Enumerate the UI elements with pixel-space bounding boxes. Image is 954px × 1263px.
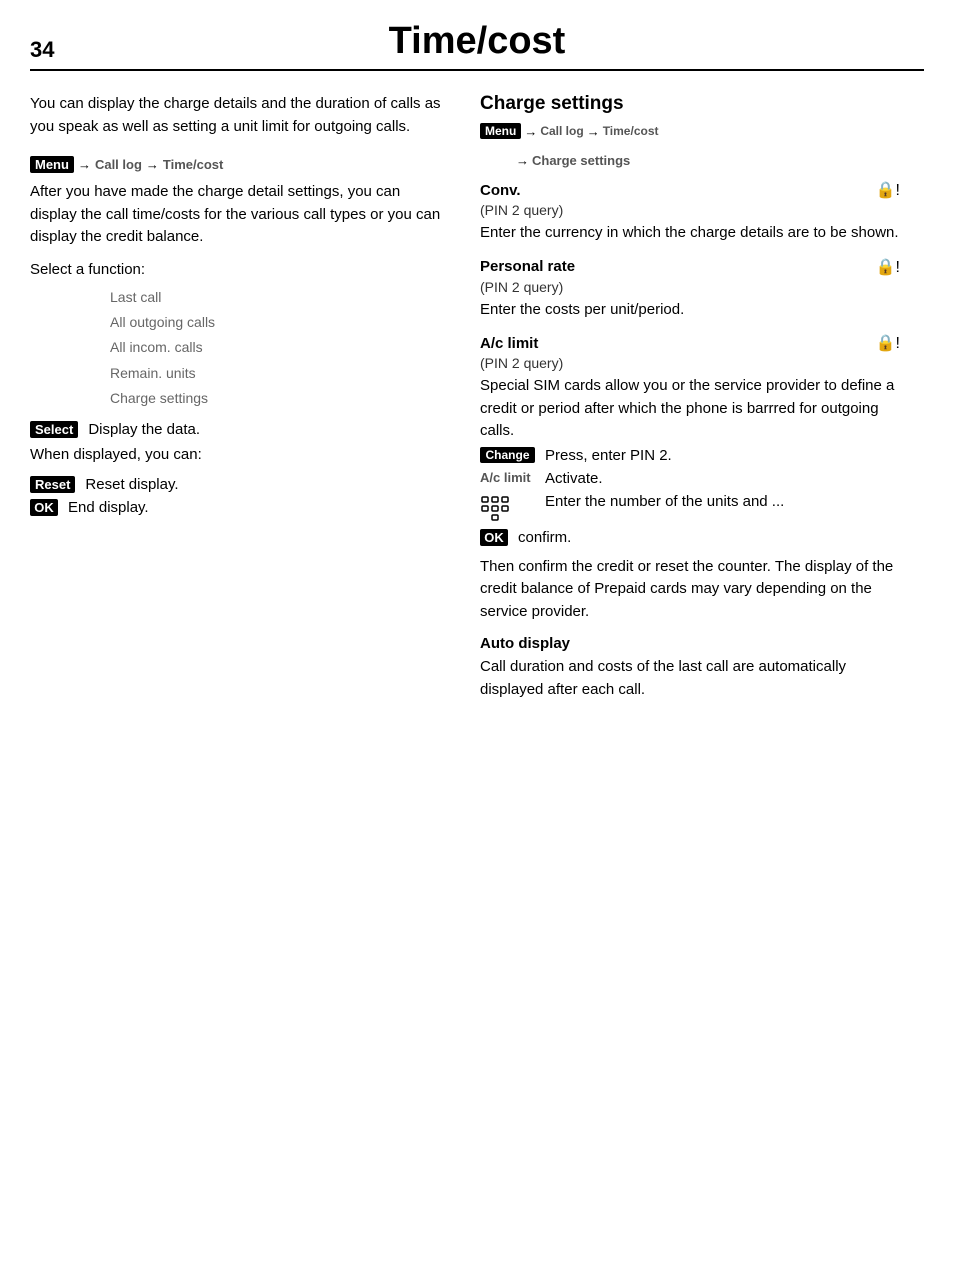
ac-limit-activate-row: A/c limit Activate. bbox=[480, 470, 900, 487]
charge-time-cost: Time/cost bbox=[603, 124, 659, 138]
ac-limit-special-text: Special SIM cards allow you or the servi… bbox=[480, 375, 900, 443]
list-item: Charge settings bbox=[110, 386, 450, 411]
select-action-text: Display the data. bbox=[88, 421, 200, 438]
left-column: You can display the charge details and t… bbox=[30, 93, 450, 713]
ok-key: OK bbox=[30, 499, 58, 516]
left-nav: Menu → Call log → Time/cost bbox=[30, 156, 223, 173]
then-confirm-text: Then confirm the credit or reset the cou… bbox=[480, 556, 900, 624]
ac-limit-title: A/c limit bbox=[480, 335, 538, 352]
ac-limit-ok-key: OK bbox=[480, 529, 508, 546]
confirm-text: confirm. bbox=[518, 529, 571, 546]
arrow-2: → bbox=[146, 157, 159, 172]
reset-action-row: Reset Reset display. bbox=[30, 476, 450, 493]
personal-rate-title: Personal rate bbox=[480, 258, 575, 275]
select-function-label: Select a function: bbox=[30, 259, 450, 282]
ac-limit-sim-icon: 🔒! bbox=[876, 333, 900, 353]
charge-settings-nav-text: Charge settings bbox=[532, 153, 630, 168]
list-item: All outgoing calls bbox=[110, 310, 450, 335]
call-log-nav: Call log bbox=[95, 157, 142, 172]
auto-display-text: Call duration and costs of the last call… bbox=[480, 656, 900, 701]
conv-section: Conv. 🔒! (PIN 2 query) Enter the currenc… bbox=[480, 180, 900, 245]
charge-arrow-1: → bbox=[524, 124, 537, 139]
personal-rate-sim-icon: 🔒! bbox=[876, 257, 900, 277]
menu-btn: Menu bbox=[30, 156, 74, 173]
list-item: Last call bbox=[110, 285, 450, 310]
page-header: 34 Time/cost bbox=[30, 20, 924, 71]
auto-display-section: Auto display Call duration and costs of … bbox=[480, 635, 900, 701]
charge-arrow-2: → bbox=[587, 124, 600, 139]
list-item: Remain. units bbox=[110, 361, 450, 386]
content-columns: You can display the charge details and t… bbox=[30, 93, 924, 713]
change-key: Change bbox=[480, 447, 535, 463]
charge-nav-line2: → Charge settings bbox=[516, 153, 900, 168]
select-key: Select bbox=[30, 421, 78, 438]
arrow-1: → bbox=[78, 157, 91, 172]
personal-rate-pin-query: (PIN 2 query) bbox=[480, 279, 900, 295]
ac-limit-key: A/c limit bbox=[480, 470, 535, 485]
personal-rate-section: Personal rate 🔒! (PIN 2 query) Enter the… bbox=[480, 257, 900, 322]
ac-limit-activate-text: Activate. bbox=[545, 470, 603, 487]
personal-rate-header: Personal rate 🔒! bbox=[480, 257, 900, 277]
ok-action-text: End display. bbox=[68, 499, 149, 516]
charge-settings-nav: Menu → Call log → Time/cost → Charge set… bbox=[480, 123, 900, 168]
function-list: Last call All outgoing calls All incom. … bbox=[30, 285, 450, 411]
page-title: Time/cost bbox=[90, 20, 924, 63]
conv-text: Enter the currency in which the charge d… bbox=[480, 222, 900, 245]
page-number: 34 bbox=[30, 37, 90, 63]
after-text: After you have made the charge detail se… bbox=[30, 181, 450, 249]
time-cost-nav: Time/cost bbox=[163, 157, 223, 172]
reset-key: Reset bbox=[30, 476, 75, 493]
personal-rate-text: Enter the costs per unit/period. bbox=[480, 299, 900, 322]
charge-call-log: Call log bbox=[540, 124, 583, 138]
ac-limit-pin-query: (PIN 2 query) bbox=[480, 355, 900, 371]
keypad-icon bbox=[480, 493, 535, 523]
ac-limit-header: A/c limit 🔒! bbox=[480, 333, 900, 353]
conv-title: Conv. bbox=[480, 182, 521, 199]
change-action-row: Change Press, enter PIN 2. bbox=[480, 447, 900, 464]
ok-action-row: OK End display. bbox=[30, 499, 450, 516]
change-action-text: Press, enter PIN 2. bbox=[545, 447, 672, 464]
right-column: Charge settings Menu → Call log → Time/c… bbox=[480, 93, 900, 713]
conv-sim-icon: 🔒! bbox=[876, 180, 900, 200]
charge-settings-title: Charge settings bbox=[480, 93, 900, 115]
conv-header: Conv. 🔒! bbox=[480, 180, 900, 200]
when-displayed-text: When displayed, you can: bbox=[30, 444, 450, 467]
reset-action-text: Reset display. bbox=[85, 476, 178, 493]
conv-pin-query: (PIN 2 query) bbox=[480, 202, 900, 218]
select-action-row: Select Display the data. bbox=[30, 421, 450, 438]
auto-display-title: Auto display bbox=[480, 635, 900, 652]
charge-arrow-3: → bbox=[516, 153, 529, 168]
keypad-action-text: Enter the number of the units and ... bbox=[545, 493, 784, 510]
intro-text: You can display the charge details and t… bbox=[30, 93, 450, 138]
charge-menu-btn: Menu bbox=[480, 123, 521, 139]
keypad-row: Enter the number of the units and ... bbox=[480, 493, 900, 523]
ac-limit-section: A/c limit 🔒! (PIN 2 query) Special SIM c… bbox=[480, 333, 900, 623]
list-item: All incom. calls bbox=[110, 335, 450, 360]
confirm-row: OK confirm. bbox=[480, 529, 900, 546]
